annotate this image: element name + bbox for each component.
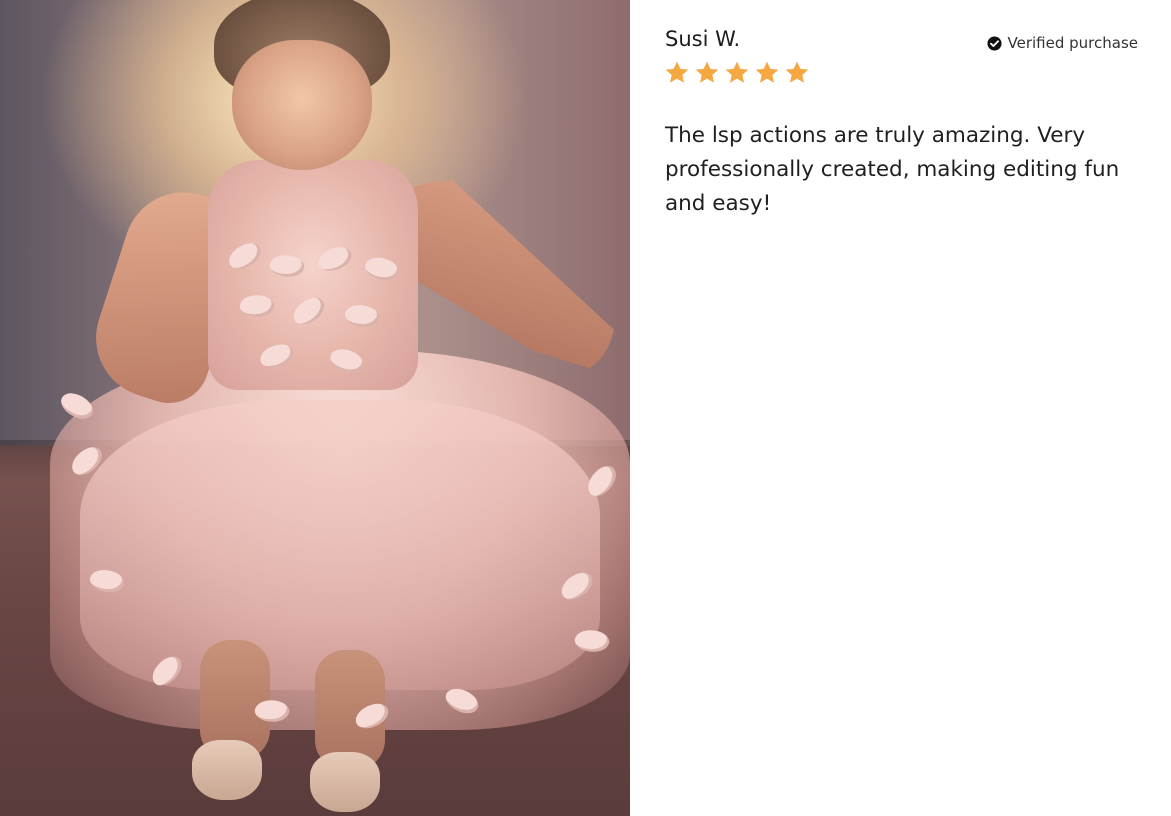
reviewer-name: Susi W.: [665, 27, 741, 51]
photo-shoe-left: [192, 740, 262, 800]
photo-dress-tulle: [80, 400, 600, 690]
star-icon: [665, 61, 689, 83]
check-circle-icon: [986, 35, 1002, 51]
review-card: Susi W. Verified purchase The lsp action…: [0, 0, 1171, 816]
review-text: The lsp actions are truly amazing. Very …: [665, 123, 1120, 216]
star-icon: [695, 61, 719, 83]
star-rating: [664, 60, 810, 86]
photo-face: [232, 40, 372, 170]
star-icon: [725, 61, 749, 83]
review-photo[interactable]: [0, 0, 630, 816]
review-panel: Susi W. Verified purchase The lsp action…: [630, 0, 1171, 816]
star-icon: [785, 61, 809, 83]
photo-shoe-right: [310, 752, 380, 812]
verified-label: Verified purchase: [1007, 34, 1138, 52]
star-icon: [755, 61, 779, 83]
verified-badge: Verified purchase: [986, 34, 1138, 52]
